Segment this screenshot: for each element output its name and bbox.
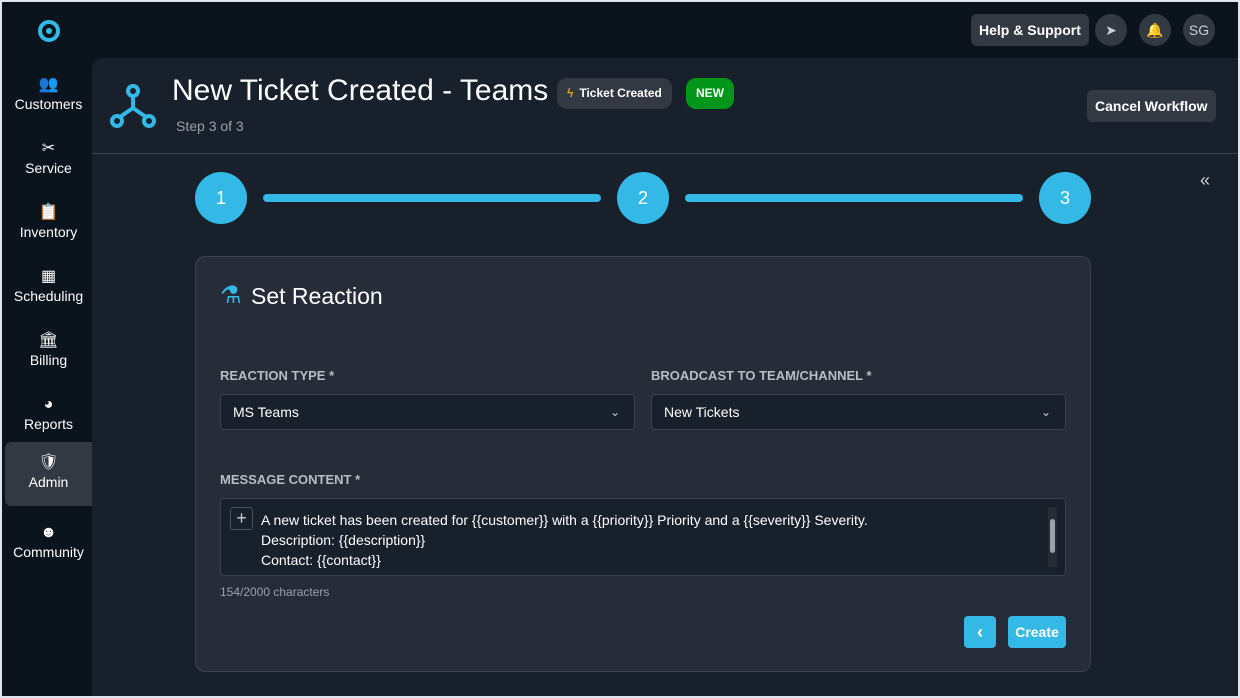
reaction-type-label: REACTION TYPE * [220,368,335,383]
clipboard-check-icon: 📋 [38,204,59,221]
cancel-workflow-button[interactable]: Cancel Workflow [1087,90,1216,122]
calendar-icon: ▦ [40,268,57,285]
divider [92,153,1238,154]
sidebar: 👥 Customers ✂ Service 📋 Inventory ▦ Scheduli… [2,2,92,696]
shield-user-icon: 🛡 [38,454,59,471]
message-textarea[interactable]: + A new ticket has been created for {{cu… [220,498,1066,576]
trigger-chip: ϟ Ticket Created [557,78,672,109]
chevron-down-icon: ⌄ [609,405,620,419]
pie-chart-icon: ◕ [43,396,54,413]
logo-icon[interactable] [38,20,60,42]
chevron-down-icon: ⌄ [1040,405,1051,419]
reaction-type-value: MS Teams [233,404,299,420]
status-badge: NEW [686,78,734,109]
scrollbar[interactable] [1048,507,1057,567]
create-button[interactable]: Create [1008,616,1066,648]
people-icon: 👥 [38,76,59,93]
insert-variable-button[interactable]: + [230,507,253,530]
tools-icon: ✂ [41,140,56,157]
step-connector [263,194,601,202]
sidebar-label: Billing [29,352,68,368]
step-2[interactable]: 2 [617,172,669,224]
step-connector [685,194,1023,202]
message-line: Contact: {{contact}} [261,552,381,568]
step-3[interactable]: 3 [1039,172,1091,224]
sidebar-item-reports[interactable]: ◕ Reports [5,384,92,448]
sidebar-item-service[interactable]: ✂ Service [5,128,92,192]
broadcast-select[interactable]: New Tickets ⌄ [651,394,1066,430]
collapse-icon[interactable]: « [1200,170,1210,191]
sidebar-item-billing[interactable]: 🏛 Billing [5,320,92,384]
message-label: MESSAGE CONTENT * [220,472,361,487]
help-support-button[interactable]: Help & Support [971,14,1089,46]
sidebar-item-inventory[interactable]: 📋 Inventory [5,192,92,256]
sidebar-item-scheduling[interactable]: ▦ Scheduling [5,256,92,320]
reaction-card: ⚗ Set Reaction REACTION TYPE * MS Teams ⌄… [195,256,1091,672]
reaction-type-select[interactable]: MS Teams ⌄ [220,394,635,430]
card-title: Set Reaction [251,283,383,309]
message-line: A new ticket has been created for {{cust… [261,512,868,528]
broadcast-label: BROADCAST TO TEAM/CHANNEL * [651,368,872,383]
sidebar-item-customers[interactable]: 👥 Customers [5,64,92,128]
back-button[interactable]: ‹ [964,616,996,648]
sidebar-label: Admin [28,474,69,490]
sidebar-item-admin[interactable]: 🛡 Admin [5,442,92,506]
step-indicator: Step 3 of 3 [176,118,244,134]
trigger-chip-label: Ticket Created [579,86,662,100]
sidebar-item-community[interactable]: ☻ Community [5,512,92,576]
sidebar-label: Customers [14,96,83,112]
workflow-icon [110,84,156,128]
send-icon[interactable]: ➤ [1095,14,1127,46]
app-window: 👥 Customers ✂ Service 📋 Inventory ▦ Scheduli… [2,2,1238,696]
broadcast-value: New Tickets [664,404,740,420]
sidebar-label: Community [13,544,84,560]
sidebar-label: Scheduling [13,288,84,304]
reddit-icon: ☻ [40,524,57,541]
bell-icon[interactable]: 🔔 [1139,14,1171,46]
lightning-icon: ϟ [567,86,574,100]
sidebar-label: Inventory [19,224,78,240]
page-title: New Ticket Created - Teams [172,74,549,107]
step-1[interactable]: 1 [195,172,247,224]
message-line: Description: {{description}} [261,532,426,548]
avatar[interactable]: SG [1183,14,1215,46]
main-panel: New Ticket Created - Teams Step 3 of 3 ϟ… [92,58,1238,696]
flask-icon: ⚗ [220,282,242,309]
character-count: 154/2000 characters [220,585,330,599]
sidebar-label: Service [25,160,72,176]
bank-icon: 🏛 [38,332,59,349]
sidebar-label: Reports [23,416,74,432]
